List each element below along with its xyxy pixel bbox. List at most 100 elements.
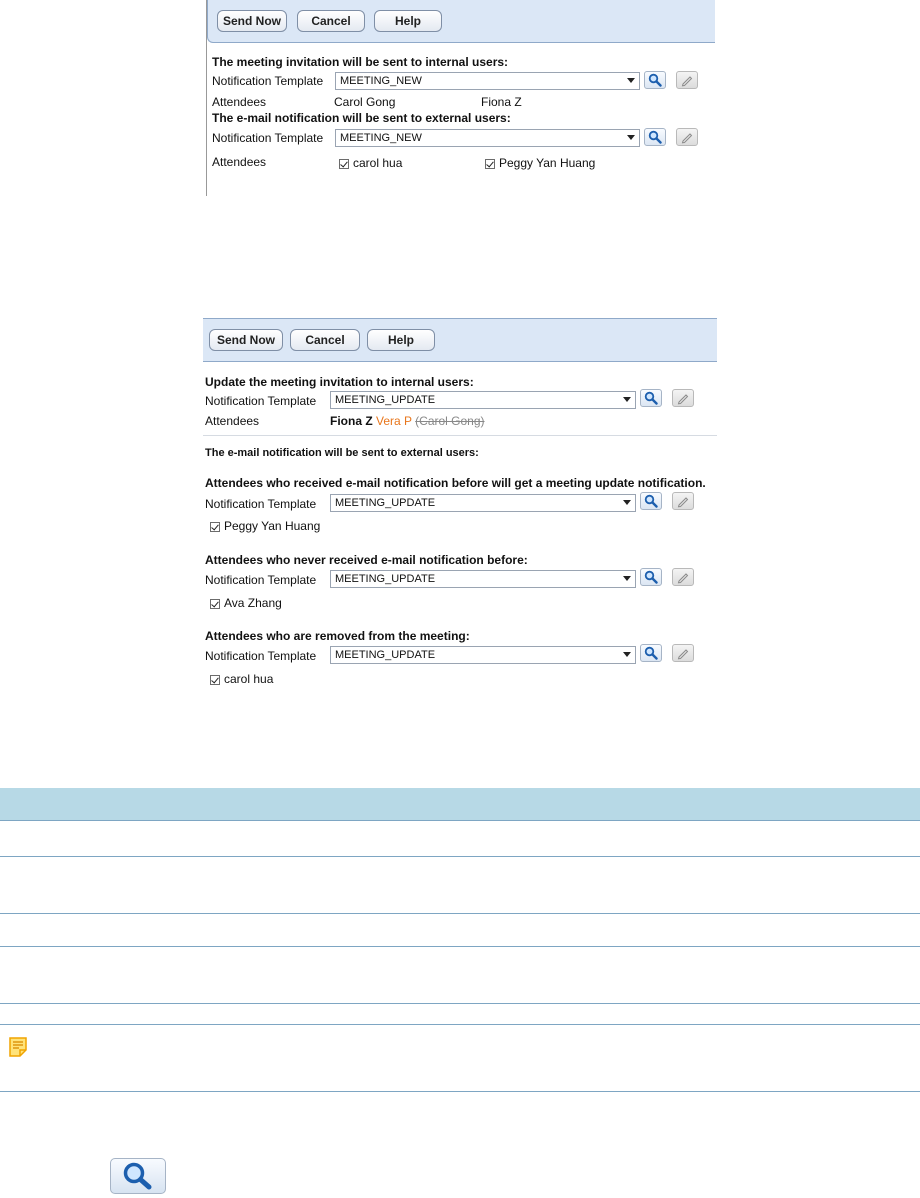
update-template-select[interactable]: MEETING_UPDATE — [330, 391, 636, 409]
preview-template-button[interactable] — [640, 568, 662, 586]
checkbox-checked-icon — [339, 158, 349, 169]
pencil-icon — [677, 394, 689, 405]
attendee-existing: Fiona Z — [330, 414, 373, 428]
send-now-button[interactable]: Send Now — [209, 329, 283, 351]
edit-template-button[interactable] — [676, 71, 698, 89]
template-label: Notification Template — [205, 649, 317, 663]
pencil-icon — [681, 76, 693, 87]
external-attendee-checkbox[interactable]: Peggy Yan Huang — [485, 156, 595, 170]
external-users-heading: The e-mail notification will be sent to … — [212, 111, 511, 125]
chevron-down-icon — [627, 135, 635, 140]
divider — [203, 435, 717, 436]
help-button[interactable]: Help — [374, 10, 442, 32]
magnifier-icon — [648, 130, 662, 144]
attendee-name: Peggy Yan Huang — [224, 519, 321, 533]
chevron-down-icon — [623, 500, 631, 505]
update-internal-heading: Update the meeting invitation to interna… — [205, 375, 474, 389]
table-row-divider — [0, 913, 920, 914]
template-label: Notification Template — [205, 573, 317, 587]
attendee-name: Ava Zhang — [224, 596, 282, 610]
chevron-down-icon — [627, 78, 635, 83]
edit-template-button[interactable] — [672, 568, 694, 586]
magnifier-icon — [644, 494, 658, 508]
table-row-divider — [0, 946, 920, 947]
attendees-label: Attendees — [212, 155, 267, 169]
internal-template-select[interactable]: MEETING_NEW — [335, 72, 640, 90]
external-attendee-checkbox[interactable]: carol hua — [339, 156, 402, 170]
magnifier-icon — [648, 73, 662, 87]
checkbox-checked-icon — [210, 598, 220, 609]
never-template-select[interactable]: MEETING_UPDATE — [330, 570, 636, 588]
toolbar: Send Now Cancel Help — [203, 318, 717, 362]
removed-heading: Attendees who are removed from the meeti… — [205, 629, 470, 643]
note-icon — [8, 1036, 28, 1063]
received-before-heading: Attendees who received e-mail notificati… — [205, 476, 706, 490]
removed-attendee-checkbox[interactable]: carol hua — [210, 672, 273, 686]
preview-template-button[interactable] — [640, 492, 662, 510]
never-attendee-checkbox[interactable]: Ava Zhang — [210, 596, 282, 610]
table-row-divider — [0, 1024, 920, 1025]
invitation-panel-update: Send Now Cancel Help Update the meeting … — [203, 318, 717, 694]
select-value: MEETING_UPDATE — [335, 394, 436, 406]
attendee-list: Fiona Z Vera P (Carol Gong) — [330, 414, 485, 428]
checkbox-checked-icon — [485, 158, 495, 169]
received-template-select[interactable]: MEETING_UPDATE — [330, 494, 636, 512]
received-attendee-checkbox[interactable]: Peggy Yan Huang — [210, 519, 320, 533]
edit-template-button[interactable] — [672, 492, 694, 510]
table-row-divider — [0, 1003, 920, 1004]
pencil-icon — [677, 649, 689, 660]
internal-attendee: Fiona Z — [481, 95, 522, 109]
pencil-icon — [681, 133, 693, 144]
send-now-button[interactable]: Send Now — [217, 10, 287, 32]
external-template-select[interactable]: MEETING_NEW — [335, 129, 640, 147]
table-row-divider — [0, 820, 920, 821]
edit-template-button[interactable] — [672, 389, 694, 407]
toolbar: Send Now Cancel Help — [207, 0, 715, 43]
select-value: MEETING_UPDATE — [335, 649, 436, 661]
attendees-label: Attendees — [205, 414, 260, 428]
edit-template-button[interactable] — [672, 644, 694, 662]
removed-template-select[interactable]: MEETING_UPDATE — [330, 646, 636, 664]
pencil-icon — [677, 573, 689, 584]
cancel-button[interactable]: Cancel — [290, 329, 360, 351]
table-header — [0, 788, 920, 820]
preview-template-button[interactable] — [644, 128, 666, 146]
preview-template-button[interactable] — [644, 71, 666, 89]
attendee-name: carol hua — [353, 156, 403, 170]
chevron-down-icon — [623, 576, 631, 581]
checkbox-checked-icon — [210, 674, 220, 685]
internal-attendee: Carol Gong — [334, 95, 396, 109]
chevron-down-icon — [623, 397, 631, 402]
search-template-icon-large — [110, 1158, 166, 1194]
preview-template-button[interactable] — [640, 644, 662, 662]
invitation-panel-new: Send Now Cancel Help The meeting invitat… — [206, 0, 715, 196]
edit-template-button[interactable] — [676, 128, 698, 146]
attendee-removed: (Carol Gong) — [415, 414, 485, 428]
attendee-name: Peggy Yan Huang — [499, 156, 596, 170]
magnifier-icon — [644, 391, 658, 405]
attendee-added: Vera P — [376, 414, 412, 428]
magnifier-icon — [644, 646, 658, 660]
select-value: MEETING_NEW — [340, 75, 422, 87]
preview-template-button[interactable] — [640, 389, 662, 407]
template-label: Notification Template — [212, 74, 324, 88]
template-label: Notification Template — [205, 394, 317, 408]
pencil-icon — [677, 497, 689, 508]
select-value: MEETING_UPDATE — [335, 573, 436, 585]
table-row-divider — [0, 856, 920, 857]
cancel-button[interactable]: Cancel — [297, 10, 365, 32]
select-value: MEETING_NEW — [340, 132, 422, 144]
template-label: Notification Template — [205, 497, 317, 511]
help-button[interactable]: Help — [367, 329, 435, 351]
attendee-name: carol hua — [224, 672, 274, 686]
internal-users-heading: The meeting invitation will be sent to i… — [212, 55, 509, 69]
chevron-down-icon — [623, 652, 631, 657]
table-row-divider — [0, 1091, 920, 1092]
never-received-heading: Attendees who never received e-mail noti… — [205, 553, 528, 567]
magnifier-icon — [123, 1162, 152, 1190]
magnifier-icon — [644, 570, 658, 584]
checkbox-checked-icon — [210, 521, 220, 532]
template-label: Notification Template — [212, 131, 324, 145]
external-users-heading: The e-mail notification will be sent to … — [205, 447, 479, 459]
select-value: MEETING_UPDATE — [335, 497, 436, 509]
